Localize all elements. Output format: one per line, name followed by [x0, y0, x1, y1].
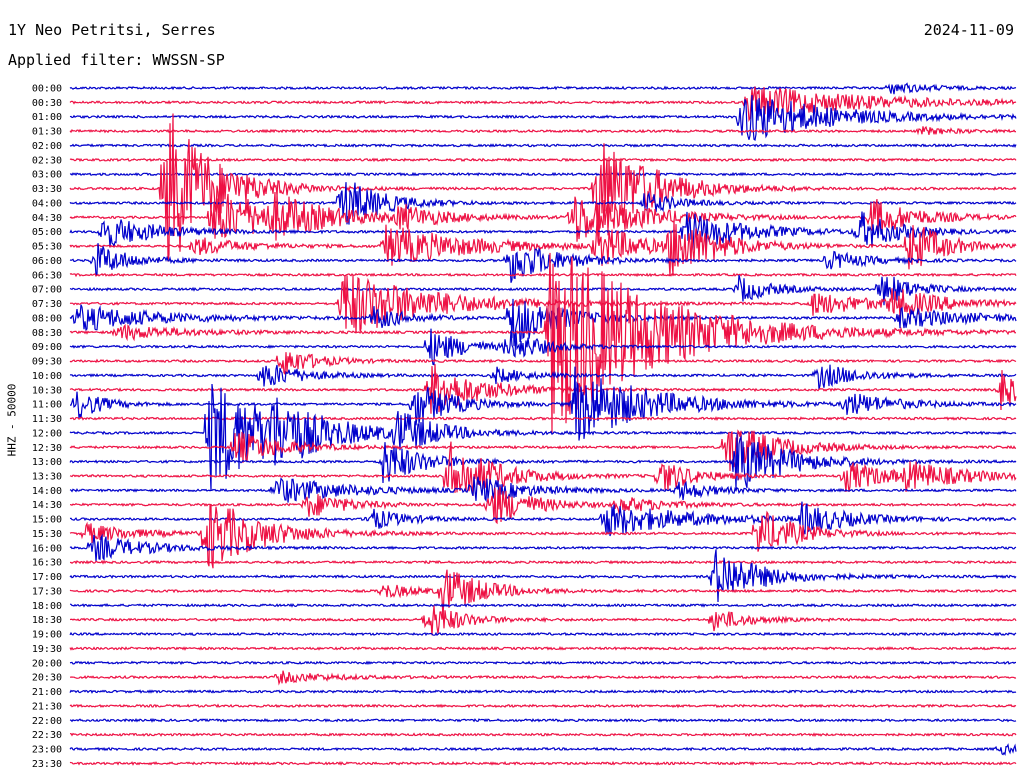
row-time-label: 14:30	[32, 500, 62, 511]
seismogram-trace	[69, 383, 1017, 491]
seismogram-trace	[69, 143, 1017, 148]
seismogram-trace	[69, 602, 1017, 608]
seismogram-plot: 00:00 00:30 01:00 01:30 02:00 02:30 03:00 03:30…	[32, 82, 1017, 770]
row-time-label: 21:00	[32, 687, 62, 698]
seismogram-trace	[69, 743, 1017, 756]
seismogram-trace	[69, 717, 1017, 723]
row-time-label: 12:00	[32, 428, 62, 439]
row-time-label: 17:00	[32, 572, 62, 583]
row-time-label: 05:00	[32, 227, 62, 238]
row-time-label: 08:00	[32, 313, 62, 324]
seismogram-trace	[69, 689, 1017, 694]
row-time-label: 22:00	[32, 716, 62, 727]
row-time-label: 23:00	[32, 745, 62, 756]
row-time-label: 07:30	[32, 299, 62, 310]
seismogram-trace	[69, 171, 1017, 177]
row-time-label: 09:30	[32, 357, 62, 368]
row-time-label: 12:30	[32, 443, 62, 454]
seismogram-trace	[69, 732, 1017, 738]
row-time-label: 13:30	[32, 471, 62, 482]
seismogram-trace	[69, 660, 1016, 666]
seismogram-trace	[69, 605, 1017, 636]
row-time-label: 01:30	[32, 127, 62, 138]
seismogram-trace	[69, 631, 1017, 637]
row-time-label: 21:30	[32, 701, 62, 712]
row-time-label: 00:00	[32, 84, 62, 95]
row-time-label: 03:00	[32, 170, 62, 181]
seismogram-trace	[69, 125, 1017, 136]
seismogram-trace	[69, 703, 1017, 709]
row-time-label: 20:30	[32, 673, 62, 684]
seismogram-trace	[69, 157, 1017, 163]
row-time-label: 00:30	[32, 98, 62, 109]
row-time-label: 05:30	[32, 242, 62, 253]
row-time-label: 04:30	[32, 213, 62, 224]
row-time-label: 09:00	[32, 342, 62, 353]
row-time-label: 20:00	[32, 658, 62, 669]
row-time-label: 23:30	[32, 759, 62, 770]
row-time-label: 15:30	[32, 529, 62, 540]
row-time-label: 15:00	[32, 515, 62, 526]
seismogram-trace	[69, 760, 1017, 766]
row-time-label: 06:30	[32, 270, 62, 281]
row-time-label: 18:30	[32, 615, 62, 626]
row-time-label: 10:30	[32, 385, 62, 396]
row-time-label: 19:30	[32, 644, 62, 655]
row-time-label: 06:00	[32, 256, 62, 267]
seismogram-trace	[69, 274, 1017, 334]
seismogram-trace	[69, 352, 1017, 376]
row-time-label: 10:00	[32, 371, 62, 382]
row-time-label: 17:30	[32, 586, 62, 597]
row-time-label: 03:30	[32, 184, 62, 195]
seismogram-trace	[69, 274, 1017, 306]
seismogram-trace	[69, 272, 1017, 278]
row-time-label: 16:30	[32, 558, 62, 569]
row-time-label: 02:30	[32, 155, 62, 166]
row-time-label: 22:30	[32, 730, 62, 741]
seismogram-trace	[69, 646, 1017, 651]
seismogram-trace	[69, 504, 1017, 569]
row-time-label: 11:00	[32, 400, 62, 411]
seismogram-trace	[69, 113, 1017, 262]
row-time-label: 13:00	[32, 457, 62, 468]
seismogram-trace	[69, 219, 1017, 277]
seismogram-trace	[69, 670, 1017, 686]
row-time-label: 19:00	[32, 630, 62, 641]
seismogram-trace	[69, 82, 1017, 95]
row-time-label: 01:00	[32, 112, 62, 123]
row-time-label: 02:00	[32, 141, 62, 152]
row-time-label: 18:00	[32, 601, 62, 612]
row-time-label: 11:30	[32, 414, 62, 425]
row-time-label: 14:00	[32, 486, 62, 497]
row-time-label: 04:00	[32, 198, 62, 209]
row-time-label: 16:00	[32, 543, 62, 554]
row-time-label: 07:00	[32, 285, 62, 296]
row-time-label: 08:30	[32, 328, 62, 339]
